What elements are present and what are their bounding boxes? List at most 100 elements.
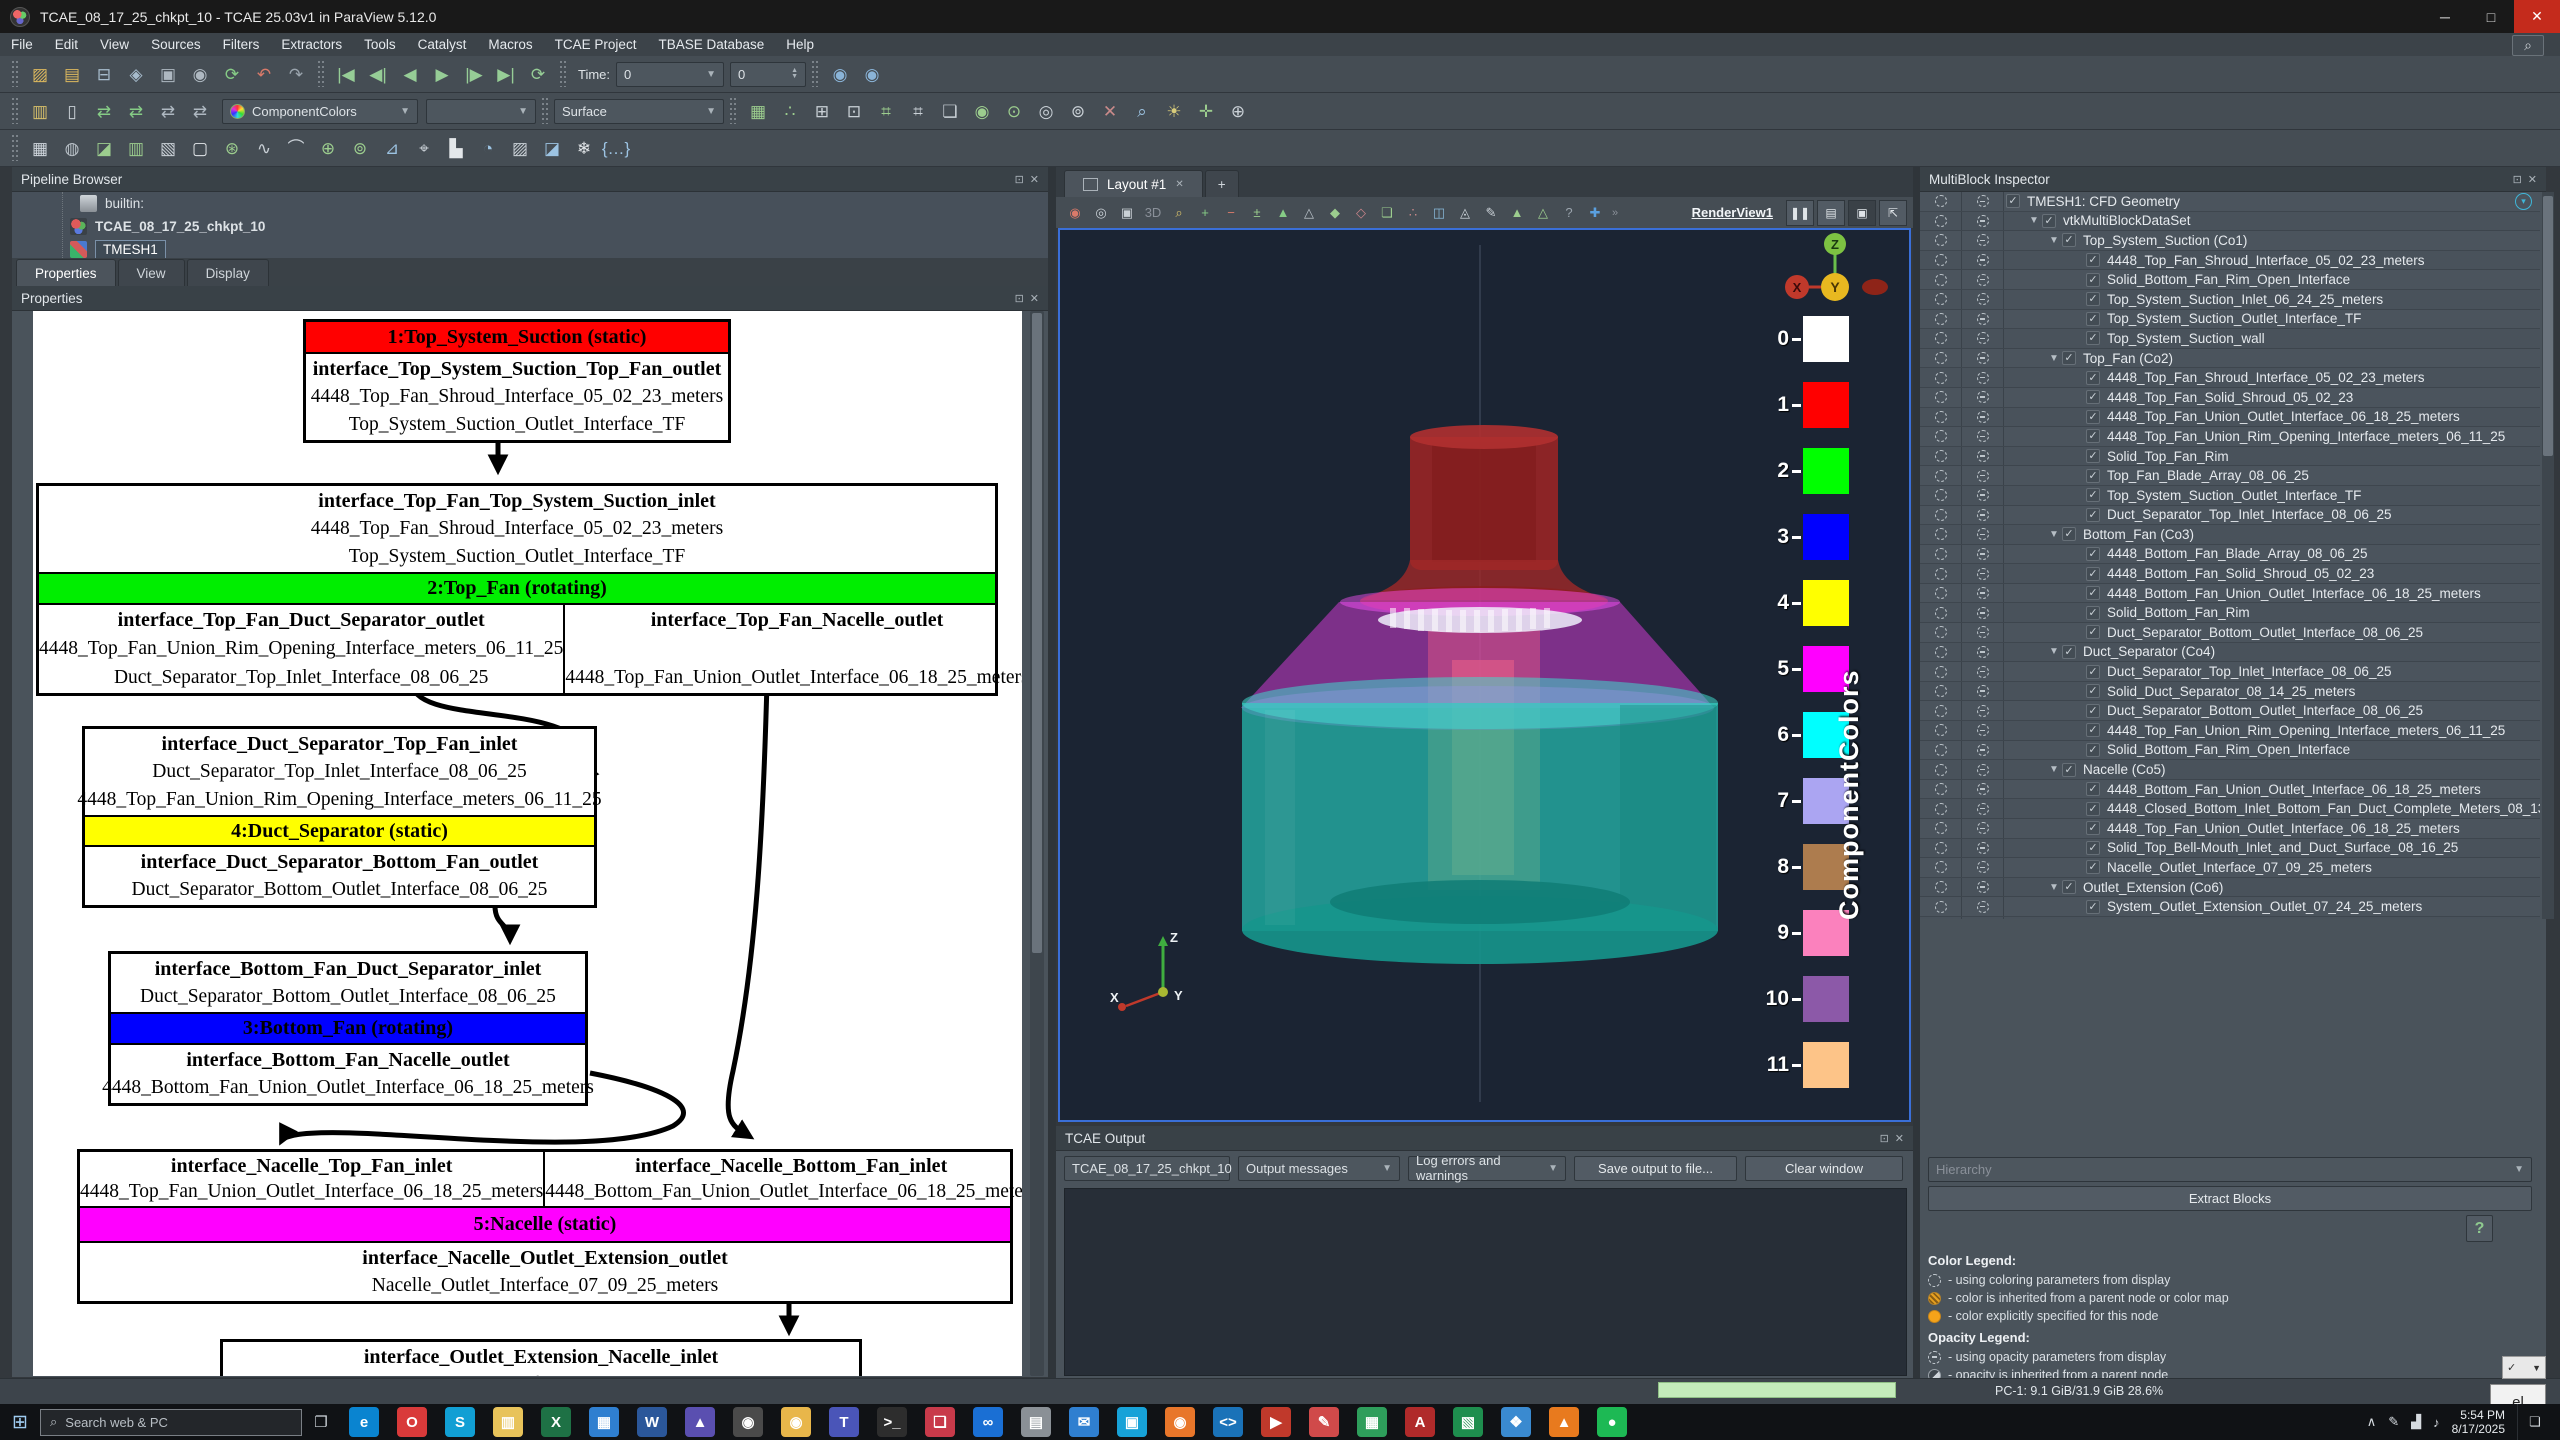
clear-window-button[interactable]: Clear window	[1745, 1156, 1903, 1181]
toolbar-grip[interactable]	[811, 61, 819, 87]
multiblock-row-duct-separator-top-inlet-interface-08-06-25[interactable]: ✓Duct_Separator_Top_Inlet_Interface_08_0…	[1920, 506, 2540, 526]
split-vertical-button[interactable]: ▤	[1817, 200, 1845, 226]
node-color-icon[interactable]	[1920, 447, 1962, 466]
multiblock-row-4448-top-fan-union-rim-opening-interface-meters-06-11-25[interactable]: ✓4448_Top_Fan_Union_Rim_Opening_Interfac…	[1920, 721, 2540, 741]
node-opacity-icon[interactable]	[1962, 525, 2004, 544]
toolbar-grip[interactable]	[541, 98, 549, 124]
node-extract-icon[interactable]: ▾	[2515, 193, 2532, 210]
extract-blocks-button[interactable]: Extract Blocks	[1928, 1186, 2532, 1211]
node-checkbox[interactable]: ✓	[2086, 586, 2100, 600]
node-checkbox[interactable]: ✓	[2086, 782, 2100, 796]
node-checkbox[interactable]: ✓	[2006, 194, 2020, 208]
renderview-label[interactable]: RenderView1	[1692, 205, 1783, 220]
toggle-2d3d-icon[interactable]: 3D	[1141, 201, 1165, 225]
panel-float-icon[interactable]: ⊡	[1880, 1132, 1889, 1145]
node-checkbox[interactable]: ✓	[2086, 429, 2100, 443]
node-checkbox[interactable]: ✓	[2086, 606, 2100, 620]
zoom-to-box-icon[interactable]: ⌕	[1167, 201, 1191, 225]
vertical-splitter[interactable]	[1913, 167, 1920, 1378]
multiblock-row-4448-bottom-fan-solid-shroud-05-02-23[interactable]: ✓4448_Bottom_Fan_Solid_Shroud_05_02_23	[1920, 564, 2540, 584]
open-recent-icon[interactable]: ▤	[57, 59, 87, 89]
expander-icon[interactable]: ▼	[2046, 353, 2062, 364]
node-checkbox[interactable]: ✓	[2086, 547, 2100, 561]
menu-help[interactable]: Help	[775, 37, 825, 52]
clear-selection-icon[interactable]: ✕	[1095, 96, 1125, 126]
multiblock-row-system-outlet-extension-outlet-07-24-25-meters[interactable]: ✓System_Outlet_Extension_Outlet_07_24_25…	[1920, 897, 2540, 917]
node-opacity-icon[interactable]	[1962, 349, 2004, 368]
node-checkbox[interactable]: ✓	[2086, 488, 2100, 502]
multiblock-row-top-system-suction-inlet-06-24-25-meters[interactable]: ✓Top_System_Suction_Inlet_06_24_25_meter…	[1920, 290, 2540, 310]
node-opacity-icon[interactable]	[1962, 545, 2004, 564]
plot-data-icon[interactable]: ◪	[537, 133, 567, 163]
subtract-selection-icon[interactable]: −	[1219, 201, 1243, 225]
save-state-icon[interactable]: ◈	[121, 59, 151, 89]
node-opacity-icon[interactable]	[1962, 662, 2004, 681]
node-color-icon[interactable]	[1920, 408, 1962, 427]
node-color-icon[interactable]	[1920, 878, 1962, 897]
vcr-next-frame[interactable]: |▶	[459, 59, 489, 89]
capture-screenshot-icon[interactable]: ◉	[825, 59, 855, 89]
reset-camera-closest-icon[interactable]: ◎	[1089, 201, 1113, 225]
panel-float-icon[interactable]: ⊡	[1015, 292, 1024, 305]
node-color-icon[interactable]	[1920, 603, 1962, 622]
panel-close-icon[interactable]: ✕	[2528, 173, 2537, 186]
node-color-icon[interactable]	[1920, 368, 1962, 387]
app-excel[interactable]: X	[541, 1407, 571, 1437]
menu-macros[interactable]: Macros	[477, 37, 543, 52]
expander-icon[interactable]: ▼	[2046, 764, 2062, 775]
preview-mode-button[interactable]: ▣	[1848, 200, 1876, 226]
select-cells-polygon-icon[interactable]: ⌗	[871, 96, 901, 126]
zoom-to-data-icon[interactable]: ⌕	[1127, 96, 1157, 126]
multiblock-row-solid-top-bell-mouth-inlet-and-duct-surface-08-16-25[interactable]: ✓Solid_Top_Bell-Mouth_Inlet_and_Duct_Sur…	[1920, 839, 2540, 859]
select-points-polygon-2-icon[interactable]: ◇	[1349, 201, 1373, 225]
app-skype[interactable]: S	[445, 1407, 475, 1437]
node-checkbox[interactable]: ✓	[2062, 527, 2076, 541]
node-color-icon[interactable]	[1920, 427, 1962, 446]
node-checkbox[interactable]: ✓	[2086, 723, 2100, 737]
rescale-custom-range-icon[interactable]: ⇄	[121, 96, 151, 126]
tab-close-icon[interactable]: ✕	[1175, 179, 1183, 190]
app-spotify[interactable]: ●	[1597, 1407, 1627, 1437]
node-color-icon[interactable]	[1920, 310, 1962, 329]
node-color-icon[interactable]	[1920, 349, 1962, 368]
app-paint[interactable]: ✎	[1309, 1407, 1339, 1437]
node-opacity-icon[interactable]	[1962, 897, 2004, 916]
node-opacity-icon[interactable]	[1962, 741, 2004, 760]
node-color-icon[interactable]	[1920, 506, 1962, 525]
undo-icon[interactable]: ↶	[249, 59, 279, 89]
node-color-icon[interactable]	[1920, 721, 1962, 740]
maximize-button[interactable]: □	[2468, 0, 2514, 33]
vcr-play[interactable]: ▶	[427, 59, 457, 89]
maximize-view-button[interactable]: ⇱	[1879, 200, 1907, 226]
threshold-filter-icon[interactable]: ▧	[153, 133, 183, 163]
select-cells-on-icon[interactable]: ▦	[743, 96, 773, 126]
node-color-icon[interactable]	[1920, 780, 1962, 799]
plot-selection-over-time-icon[interactable]: ◔	[473, 133, 503, 163]
multiblock-row-nacelle-outlet-interface-07-09-25-meters[interactable]: ✓Nacelle_Outlet_Interface_07_09_25_meter…	[1920, 917, 2540, 919]
node-opacity-icon[interactable]	[1962, 858, 2004, 877]
toolbar-overflow-icon[interactable]: »	[1612, 207, 1618, 219]
select-points-through-icon[interactable]: ⊡	[839, 96, 869, 126]
menu-view[interactable]: View	[89, 37, 140, 52]
app-sheets[interactable]: ▦	[1357, 1407, 1387, 1437]
node-color-icon[interactable]	[1920, 760, 1962, 779]
node-checkbox[interactable]: ✓	[2086, 312, 2100, 326]
node-opacity-icon[interactable]	[1962, 584, 2004, 603]
node-opacity-icon[interactable]	[1962, 408, 2004, 427]
node-opacity-icon[interactable]	[1962, 721, 2004, 740]
toggle-selection-icon[interactable]: ±	[1245, 201, 1269, 225]
expander-icon[interactable]: ▼	[2046, 529, 2062, 540]
tab-properties[interactable]: Properties	[16, 259, 116, 286]
hover-cells-icon[interactable]: ◎	[1031, 96, 1061, 126]
save-output-button[interactable]: Save output to file...	[1574, 1156, 1737, 1181]
node-opacity-icon[interactable]	[1962, 388, 2004, 407]
multiblock-row-solid-bottom-fan-rim[interactable]: ✓Solid_Bottom_Fan_Rim	[1920, 603, 2540, 623]
group-datasets-filter-icon[interactable]: ⊕	[313, 133, 343, 163]
menu-extractors[interactable]: Extractors	[270, 37, 353, 52]
vcr-loop[interactable]: ⟳	[523, 59, 553, 89]
menu-file[interactable]: File	[0, 37, 44, 52]
multiblock-row-4448-top-fan-shroud-interface-05-02-23-meters[interactable]: ✓4448_Top_Fan_Shroud_Interface_05_02_23_…	[1920, 368, 2540, 388]
menu-filters[interactable]: Filters	[212, 37, 271, 52]
render-viewport[interactable]: Z X Y Z X Y 01234567891011 ComponentColo…	[1058, 228, 1911, 1122]
pipeline-item-builtin[interactable]: builtin:	[12, 192, 1048, 215]
